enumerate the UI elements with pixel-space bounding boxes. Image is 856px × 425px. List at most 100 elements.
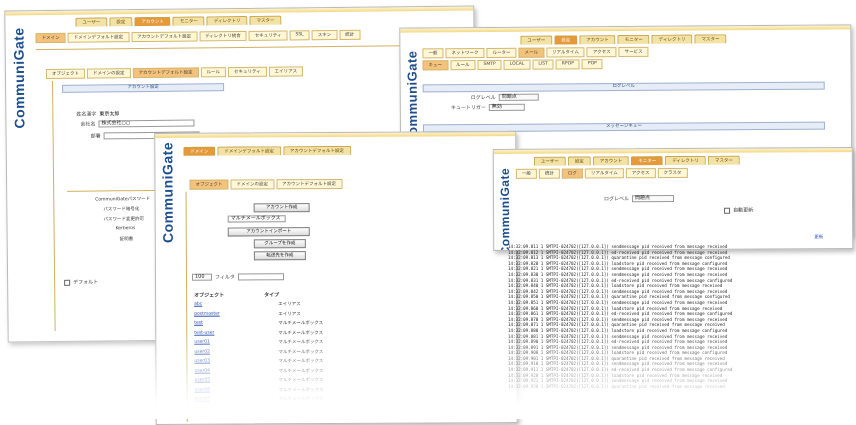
subtab-access[interactable]: アクセス — [625, 168, 656, 179]
object-name-link[interactable]: test — [194, 321, 203, 326]
panel-title: アカウント設定 — [62, 83, 225, 93]
subtab-stats[interactable]: 統計 — [538, 168, 560, 179]
tab-master[interactable]: マスター — [694, 34, 727, 44]
tab-settings[interactable]: 設定 — [567, 156, 591, 166]
refresh-link[interactable]: 更新 — [814, 234, 823, 240]
tab-master[interactable]: マスター — [249, 15, 282, 25]
autorefresh-label: 自動更新 — [733, 207, 754, 214]
tab-directory[interactable]: ディレクトリ — [665, 155, 706, 166]
tab-master[interactable]: マスター — [707, 155, 740, 165]
tab-account[interactable]: アカウント — [579, 35, 616, 45]
object-name-link[interactable]: user08 — [195, 406, 211, 411]
subtab-cluster[interactable]: クラスタ — [657, 167, 688, 179]
subtab-rpop[interactable]: RPOP — [555, 59, 580, 70]
subtab-object[interactable]: オブジェクト — [45, 68, 85, 80]
subtab-router[interactable]: ルーター — [486, 47, 517, 58]
subtab-account-default-settings[interactable]: アカウントデフォルト設定 — [132, 67, 199, 79]
top-tab-bar: ユーザー 設定 アカウント モニター ディレクトリ マスター — [75, 15, 282, 27]
top-tab-bar: ユーザー 設定 アカウント モニター ディレクトリ マスター — [520, 34, 727, 45]
subtab-domain[interactable]: ドメイン — [35, 32, 66, 44]
object-name-link[interactable]: test-user — [194, 330, 214, 335]
tab-user[interactable]: ユーザー — [533, 156, 566, 166]
subtab-general[interactable]: 一般 — [422, 48, 444, 59]
subtab-ssl[interactable]: SSL — [289, 30, 310, 41]
object-name-link[interactable]: user01 — [194, 340, 210, 345]
tab-monitor[interactable]: モニター — [172, 16, 205, 26]
subtab-realtime[interactable]: リアルタイム — [584, 168, 624, 179]
subtab-pop[interactable]: POP — [581, 59, 603, 70]
checkbox-icon[interactable] — [724, 207, 731, 214]
subtab-domain-settings[interactable]: ドメインの設定 — [230, 179, 275, 190]
filter-input[interactable] — [237, 273, 284, 281]
object-name-link[interactable]: postmaster — [194, 311, 220, 316]
subtab-local[interactable]: LOCAL — [503, 59, 531, 70]
subtab-object[interactable]: オブジェクト — [189, 179, 229, 190]
object-name-link[interactable]: user06 — [195, 387, 211, 392]
create-account-button[interactable]: アカウント作成 — [253, 203, 310, 213]
subtab-account-default-settings[interactable]: アカウントデフォルト設定 — [275, 178, 343, 190]
subtab-list[interactable]: LIST — [532, 59, 554, 70]
subtab-mail[interactable]: メール — [518, 47, 544, 58]
tab-domain-default[interactable]: ドメインデフォルト設定 — [217, 146, 281, 156]
type-select-row: マルチメールボックス — [227, 215, 286, 223]
tab-user[interactable]: ユーザー — [75, 17, 108, 27]
checkbox-icon[interactable] — [64, 279, 71, 286]
object-type: マルチメールボックス — [278, 387, 324, 393]
subtab-queue[interactable]: キュー — [422, 60, 449, 71]
object-type: マルチメールボックス — [278, 330, 324, 336]
create-group-button[interactable]: グループを作成 — [253, 239, 306, 249]
subtab-domain-default[interactable]: ドメインデフォルト設定 — [67, 32, 130, 43]
tab-monitor[interactable]: モニター — [617, 34, 650, 45]
trigger-select[interactable]: 無効 — [488, 103, 525, 111]
tab-settings[interactable]: 設定 — [109, 17, 133, 27]
field-company-input[interactable]: 株式会社○○ — [98, 119, 195, 128]
brand-logo: CommuniGate — [159, 141, 176, 244]
object-name-link[interactable]: user02 — [194, 349, 210, 354]
subtab-network[interactable]: ネットワーク — [445, 47, 485, 59]
subtab-access[interactable]: アクセス — [586, 47, 617, 58]
tab-settings[interactable]: 設定 — [554, 35, 578, 45]
subtab-domain-settings[interactable]: ドメインの設定 — [86, 68, 131, 79]
subtab-directory[interactable]: ディレクトリ統合 — [199, 30, 247, 42]
subtab-log[interactable]: ログ — [561, 168, 583, 179]
object-name-link[interactable]: user03 — [194, 359, 210, 364]
sub-tab-bar: 一般 ネットワーク ルーター メール リアルタイム アクセス サービス — [422, 46, 649, 59]
tab-account[interactable]: アカウント — [592, 156, 630, 166]
type-select[interactable]: マルチメールボックス — [227, 215, 286, 223]
loglevel-select[interactable]: 問題点 — [498, 93, 539, 101]
subtab-services[interactable]: サービス — [618, 46, 649, 58]
object-name-link[interactable]: user05 — [195, 378, 211, 383]
tab-user[interactable]: ユーザー — [520, 35, 553, 45]
loglevel-select[interactable]: 問題点 — [631, 194, 675, 203]
tab-account[interactable]: アカウント — [134, 16, 171, 27]
object-name-link[interactable]: abc — [194, 302, 202, 307]
tab-directory[interactable]: ディレクトリ — [651, 34, 693, 44]
subtab-general[interactable]: 一般 — [515, 168, 537, 179]
subtab-security-2[interactable]: セキュリティ — [227, 66, 267, 78]
subtab-realtime[interactable]: リアルタイム — [545, 47, 585, 58]
object-type: マルチメールボックス — [278, 368, 324, 374]
object-type: マルチメールボックス — [278, 378, 324, 384]
subtab-skin[interactable]: スキン — [311, 29, 338, 41]
filter-count-select[interactable]: 100 — [191, 273, 213, 281]
object-type: エイリアス — [278, 311, 301, 317]
tab-domain[interactable]: ドメイン — [183, 146, 216, 156]
tab-directory[interactable]: ディレクトリ — [206, 15, 248, 26]
import-account-button[interactable]: アカウントインポート — [227, 227, 310, 237]
subtab-rules[interactable]: ルール — [200, 67, 226, 78]
object-name-link[interactable]: user04 — [194, 368, 210, 373]
create-forwarder-button[interactable]: 転送先を作成 — [253, 251, 306, 261]
subtab-alias[interactable]: エイリアス — [268, 66, 304, 77]
object-name-link[interactable]: user07 — [195, 397, 211, 402]
tab-monitor[interactable]: モニター — [631, 156, 664, 166]
field-name-row: 姓名漢字 東京太郎 — [76, 110, 119, 117]
subtab-stats[interactable]: 統計 — [339, 29, 361, 40]
subtab-rules[interactable]: ルール — [449, 60, 476, 71]
third-tab-bar: オブジェクト ドメインの設定 アカウントデフォルト設定 ルール セキュリティ エ… — [45, 66, 304, 80]
subtab-security[interactable]: セキュリティ — [248, 30, 288, 41]
tab-account-default[interactable]: アカウントデフォルト設定 — [282, 145, 351, 156]
field-name-value: 東京太郎 — [99, 111, 120, 118]
object-type: マルチメールボックス — [278, 321, 324, 327]
subtab-account-default[interactable]: アカウントデフォルト設定 — [131, 31, 198, 43]
subtab-smtp[interactable]: SMTP — [477, 59, 502, 71]
